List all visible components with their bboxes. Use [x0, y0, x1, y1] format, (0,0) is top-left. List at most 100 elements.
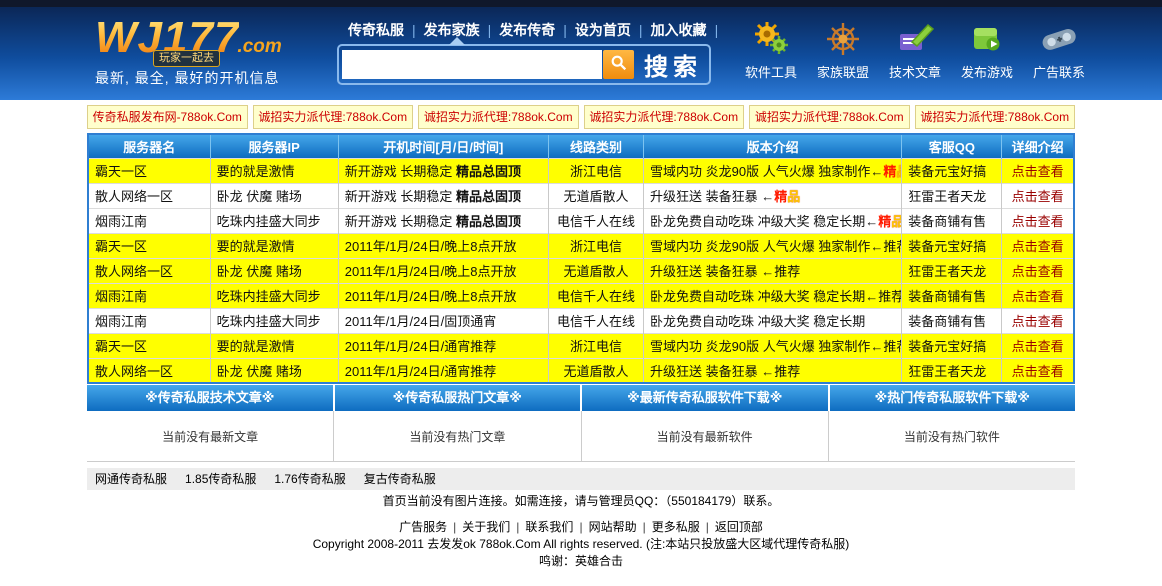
- footer-separator: |: [706, 520, 709, 534]
- col-server-ip: 吃珠内挂盛大同步: [210, 308, 338, 333]
- version-text: 升级狂送 装备狂暴 ←推荐: [650, 264, 800, 279]
- col-detail: 点击查看: [1002, 158, 1074, 183]
- notice-link[interactable]: 诚招实力派代理:788ok.Com: [749, 105, 910, 129]
- col-open-time: 新开游戏 长期稳定 精品总固顶: [338, 183, 548, 208]
- version-badge: 精: [878, 214, 891, 229]
- footer-link[interactable]: 关于我们: [462, 520, 510, 534]
- version-text: 卧龙免费自动吃珠 冲级大奖 稳定长期: [650, 314, 865, 329]
- section-empty-text: 当前没有热门软件: [829, 411, 1075, 461]
- footer-link[interactable]: 广告服务: [399, 520, 447, 534]
- friend-link[interactable]: 1.85传奇私服: [185, 472, 256, 486]
- col-line-type: 无道盾散人: [548, 358, 643, 383]
- col-server-name: 霸天一区: [88, 158, 210, 183]
- notice-link[interactable]: 诚招实力派代理:788ok.Com: [915, 105, 1076, 129]
- col-qq: 装备商铺有售: [902, 283, 1002, 308]
- detail-link[interactable]: 点击查看: [1012, 289, 1064, 304]
- table-row: 散人网络一区卧龙 伏魔 赌场2011年/1月/24日/晚上8点开放无道盾散人升级…: [88, 258, 1074, 283]
- search-button-label[interactable]: 搜索: [634, 47, 706, 82]
- site-logo[interactable]: WJ177.com 玩家一起去 最新, 最全, 最好的开机信息: [95, 13, 282, 88]
- nav-link[interactable]: 发布传奇: [499, 22, 555, 38]
- footer-separator: |: [516, 520, 519, 534]
- search-button[interactable]: [603, 50, 634, 79]
- col-version: 升级狂送 装备狂暴 ←推荐: [644, 258, 902, 283]
- open-time-highlight: 精品总固顶: [456, 164, 521, 179]
- footer-link[interactable]: 返回顶部: [715, 520, 763, 534]
- open-time-text: 2011年/1月/24日/通宵推荐: [345, 339, 496, 354]
- nav-separator: |: [488, 22, 492, 38]
- site-header: WJ177.com 玩家一起去 最新, 最全, 最好的开机信息 传奇私服 | 发布家…: [0, 7, 1162, 100]
- notice-link[interactable]: 诚招实力派代理:788ok.Com: [584, 105, 745, 129]
- nav-link[interactable]: 设为首页: [575, 22, 631, 38]
- detail-link[interactable]: 点击查看: [1012, 339, 1064, 354]
- quick-link[interactable]: 家族联盟: [807, 15, 879, 81]
- column-header: 服务器名: [88, 134, 210, 158]
- detail-link[interactable]: 点击查看: [1012, 364, 1064, 379]
- detail-link[interactable]: 点击查看: [1012, 264, 1064, 279]
- col-version: 卧龙免费自动吃珠 冲级大奖 稳定长期←精品: [644, 208, 902, 233]
- col-version: 雪域内功 炎龙90版 人气火爆 独家制作←精品: [644, 158, 902, 183]
- col-detail: 点击查看: [1002, 258, 1074, 283]
- footer-link[interactable]: 联系我们: [525, 520, 573, 534]
- nav-link[interactable]: 传奇私服: [348, 22, 404, 38]
- version-text: 升级狂送 装备狂暴 ←: [650, 189, 774, 204]
- quick-link[interactable]: 发布游戏: [951, 15, 1023, 81]
- server-table: 服务器名服务器IP开机时间[月/日/时间]线路类别版本介绍客服QQ详细介绍 霸天…: [87, 133, 1075, 384]
- version-badge: 品: [787, 189, 800, 204]
- col-open-time: 2011年/1月/24日/通宵推荐: [338, 358, 548, 383]
- search-input[interactable]: [342, 50, 602, 79]
- col-qq: 装备元宝好搞: [902, 158, 1002, 183]
- col-open-time: 新开游戏 长期稳定 精品总固顶: [338, 158, 548, 183]
- quick-link-label: 技术文章: [889, 62, 941, 81]
- pen-article-icon: [895, 15, 935, 62]
- version-text: 升级狂送 装备狂暴 ←推荐: [650, 364, 800, 379]
- footer-link[interactable]: 网站帮助: [589, 520, 637, 534]
- footer-separator: |: [453, 520, 456, 534]
- notice-link[interactable]: 诚招实力派代理:788ok.Com: [253, 105, 414, 129]
- table-row: 散人网络一区卧龙 伏魔 赌场2011年/1月/24日/通宵推荐无道盾散人升级狂送…: [88, 358, 1074, 383]
- notice-link[interactable]: 传奇私服发布网-788ok.Com: [87, 105, 248, 129]
- col-server-ip: 要的就是激情: [210, 233, 338, 258]
- footer-link[interactable]: 更多私服: [652, 520, 700, 534]
- col-server-ip: 要的就是激情: [210, 333, 338, 358]
- page-footer: 广告服务|关于我们|联系我们|网站帮助|更多私服|返回顶部 Copyright …: [0, 519, 1162, 570]
- version-text: 卧龙免费自动吃珠 冲级大奖 稳定长期←: [650, 214, 878, 229]
- footer-links: 广告服务|关于我们|联系我们|网站帮助|更多私服|返回顶部: [0, 519, 1162, 536]
- quick-link[interactable]: 技术文章: [879, 15, 951, 81]
- friend-link[interactable]: 复古传奇私服: [364, 472, 436, 486]
- col-server-name: 散人网络一区: [88, 358, 210, 383]
- quick-link-label: 广告联系: [1033, 62, 1085, 81]
- friend-link[interactable]: 网通传奇私服: [95, 472, 167, 486]
- nav-link[interactable]: 发布家族: [424, 22, 480, 38]
- detail-link[interactable]: 点击查看: [1012, 214, 1064, 229]
- notice-bar: 传奇私服发布网-788ok.Com诚招实力派代理:788ok.Com诚招实力派代…: [87, 105, 1075, 129]
- nav-link[interactable]: 加入收藏: [651, 22, 707, 38]
- col-version: 雪域内功 炎龙90版 人气火爆 独家制作←推荐: [644, 233, 902, 258]
- col-server-ip: 吃珠内挂盛大同步: [210, 208, 338, 233]
- quick-link[interactable]: 广告联系: [1023, 15, 1095, 81]
- col-server-ip: 要的就是激情: [210, 158, 338, 183]
- friend-link[interactable]: 1.76传奇私服: [274, 472, 345, 486]
- open-time-text: 2011年/1月/24日/通宵推荐: [345, 364, 496, 379]
- open-time-text: 2011年/1月/24日/晚上8点开放: [345, 289, 517, 304]
- copyright-text: Copyright 2008-2011 去发发ok 788ok.Com All …: [0, 536, 1162, 553]
- quick-links: 软件工具家族联盟技术文章发布游戏广告联系: [735, 15, 1095, 81]
- section-empty-row: 当前没有最新文章当前没有热门文章当前没有最新软件当前没有热门软件: [87, 411, 1075, 462]
- col-qq: 狂雷王者天龙: [902, 358, 1002, 383]
- col-server-name: 散人网络一区: [88, 258, 210, 283]
- version-badge: 品: [896, 164, 901, 179]
- top-nav: 传奇私服|发布家族|发布传奇|设为首页|加入收藏|: [340, 20, 718, 40]
- footer-separator: |: [643, 520, 646, 534]
- version-badge: 精: [883, 164, 896, 179]
- col-line-type: 无道盾散人: [548, 258, 643, 283]
- section-empty-text: 当前没有热门文章: [334, 411, 581, 461]
- detail-link[interactable]: 点击查看: [1012, 239, 1064, 254]
- table-row: 霸天一区要的就是激情2011年/1月/24日/通宵推荐浙江电信雪域内功 炎龙90…: [88, 333, 1074, 358]
- detail-link[interactable]: 点击查看: [1012, 164, 1064, 179]
- notice-link[interactable]: 诚招实力派代理:788ok.Com: [418, 105, 579, 129]
- detail-link[interactable]: 点击查看: [1012, 314, 1064, 329]
- col-qq: 装备元宝好搞: [902, 233, 1002, 258]
- quick-link[interactable]: 软件工具: [735, 15, 807, 81]
- version-text: 雪域内功 炎龙90版 人气火爆 独家制作←: [650, 164, 883, 179]
- detail-link[interactable]: 点击查看: [1012, 189, 1064, 204]
- col-server-name: 散人网络一区: [88, 183, 210, 208]
